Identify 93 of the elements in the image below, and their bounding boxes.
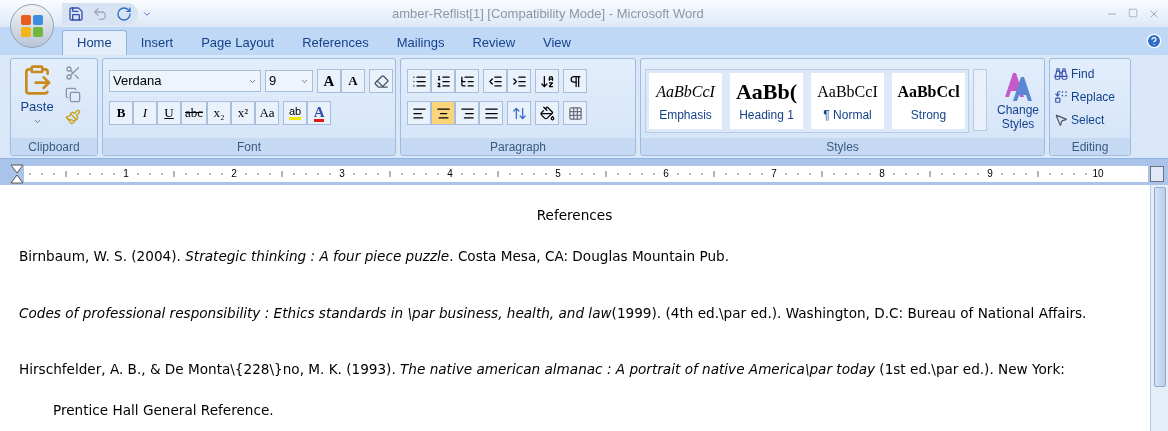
align-icon [411, 105, 427, 121]
binoculars-icon [1054, 67, 1068, 81]
decrease-indent-button[interactable] [483, 69, 507, 93]
highlight-button[interactable]: ab [283, 101, 308, 125]
bullet-list-icon [411, 73, 427, 89]
align-icon [483, 105, 499, 121]
group-label: Font [237, 138, 261, 156]
ribbon-tab[interactable]: Home [62, 30, 127, 55]
ribbon-tab[interactable]: Page Layout [187, 30, 289, 55]
replace-button[interactable]: Replace [1054, 88, 1116, 106]
multilevel-list-button[interactable] [455, 69, 479, 93]
bullets-button[interactable] [407, 69, 431, 93]
align-button[interactable] [455, 101, 479, 125]
align-button[interactable] [407, 101, 431, 125]
view-ruler-button[interactable] [1150, 165, 1164, 182]
pilcrow-icon [567, 73, 583, 89]
ruler-number: 9 [986, 167, 994, 181]
ribbon-tab[interactable]: Mailings [382, 30, 459, 55]
group-label: Clipboard [28, 138, 80, 156]
replace-icon [1054, 90, 1068, 104]
style-item[interactable]: AaBbCcI Emphasis [649, 73, 722, 129]
save-icon[interactable] [68, 5, 84, 22]
numbering-button[interactable] [431, 69, 455, 93]
shading-button[interactable] [535, 101, 559, 125]
shrink-font-button[interactable]: A [341, 69, 365, 93]
format-button[interactable]: Aa [255, 101, 280, 125]
eraser-icon [373, 73, 389, 89]
format-button[interactable]: B [109, 101, 133, 125]
ruler-number: 2 [230, 167, 238, 181]
font-name-field[interactable]: Verdana [109, 70, 261, 92]
numbered-list-icon [435, 73, 451, 89]
increase-indent-icon [511, 73, 527, 89]
ribbon-tab[interactable]: Insert [126, 30, 188, 55]
clear-formatting-button[interactable] [369, 69, 393, 93]
align-button[interactable] [431, 101, 455, 125]
paste-button[interactable]: Paste [15, 63, 59, 138]
paint-bucket-icon [539, 105, 555, 121]
borders-icon [567, 105, 583, 121]
ribbon-tab[interactable]: References [288, 30, 383, 55]
reference-text: Codes of professional responsibility : Ethics standards in \par business, health, and law(1999). (4th ed.\par ed.). Washington, D.C: Bureau of National Affairs. [19, 303, 1088, 323]
show-marks-button[interactable] [563, 69, 587, 93]
redo-icon[interactable] [116, 5, 132, 22]
format-button[interactable]: x² [231, 101, 256, 125]
font-color-button[interactable]: A [307, 101, 332, 125]
ruler-number: 10 [1092, 167, 1104, 181]
line-spacing-icon [511, 105, 527, 121]
sort-icon [539, 73, 555, 89]
align-icon [435, 105, 451, 121]
group-label: Styles [826, 138, 859, 156]
group-label: Editing [1071, 138, 1109, 156]
line-spacing-button[interactable] [507, 101, 531, 125]
grow-font-button[interactable]: A [317, 69, 341, 93]
window-title: amber-Reflist[1] [Compatibility Mode] - Microsoft Word [392, 4, 704, 23]
reference-text: Birnbaum, W. S. (2004). Strategic thinking : A four piece puzzle. Costa Mesa, CA: Douglas Mountain Pub. [19, 247, 731, 267]
format-button[interactable]: I [133, 101, 157, 125]
cut-icon[interactable] [65, 65, 81, 81]
help-icon[interactable] [1146, 33, 1162, 49]
decrease-indent-icon [487, 73, 503, 89]
align-icon [459, 105, 475, 121]
scroll-thumb[interactable] [1153, 187, 1166, 387]
reference-text: Prentice Hall General Reference. [52, 400, 275, 420]
ruler-number: 6 [662, 167, 670, 181]
multilevel-list-icon [459, 73, 475, 89]
format-button[interactable]: abc [181, 101, 208, 125]
change-styles-button[interactable]: Change Styles [991, 69, 1045, 131]
format-button[interactable]: x₂ [207, 101, 232, 125]
group-label: Paragraph [489, 138, 546, 156]
increase-indent-button[interactable] [507, 69, 531, 93]
ruler-number: 1 [122, 167, 130, 181]
ribbon-tab[interactable]: Review [458, 30, 529, 55]
document-heading: References [536, 206, 613, 225]
sort-button[interactable] [535, 69, 559, 93]
style-item[interactable]: AaBbCcI ¶ Normal [811, 73, 884, 129]
ruler-number: 4 [446, 167, 454, 181]
ruler-number: 7 [770, 167, 778, 181]
align-button[interactable] [479, 101, 503, 125]
style-item[interactable]: AaBbCcl Strong [892, 73, 965, 129]
office-button[interactable] [10, 4, 54, 48]
scroll-bar[interactable] [1150, 185, 1168, 431]
borders-button[interactable] [563, 101, 587, 125]
select-button[interactable]: Select [1054, 111, 1116, 129]
style-item[interactable]: AaBb( Heading 1 [730, 73, 803, 129]
font-size-field[interactable]: 9 [265, 70, 313, 92]
find-button[interactable]: Find [1054, 65, 1116, 83]
ruler-number: 5 [554, 167, 562, 181]
ruler-number: 8 [878, 167, 886, 181]
style-scroll-bar[interactable] [973, 69, 987, 131]
office-logo-icon [19, 13, 45, 39]
ruler-number: 3 [338, 167, 346, 181]
format-button[interactable]: U [157, 101, 181, 125]
cursor-icon [1054, 113, 1068, 127]
ribbon-tab[interactable]: View [529, 30, 585, 55]
reference-text: Hirschfelder, A. B., & De Monta\{228\}no, M. K. (1993). The native american almanac : A portrait of native America\par today (1st ed.\par ed.). New York: [19, 360, 1066, 380]
